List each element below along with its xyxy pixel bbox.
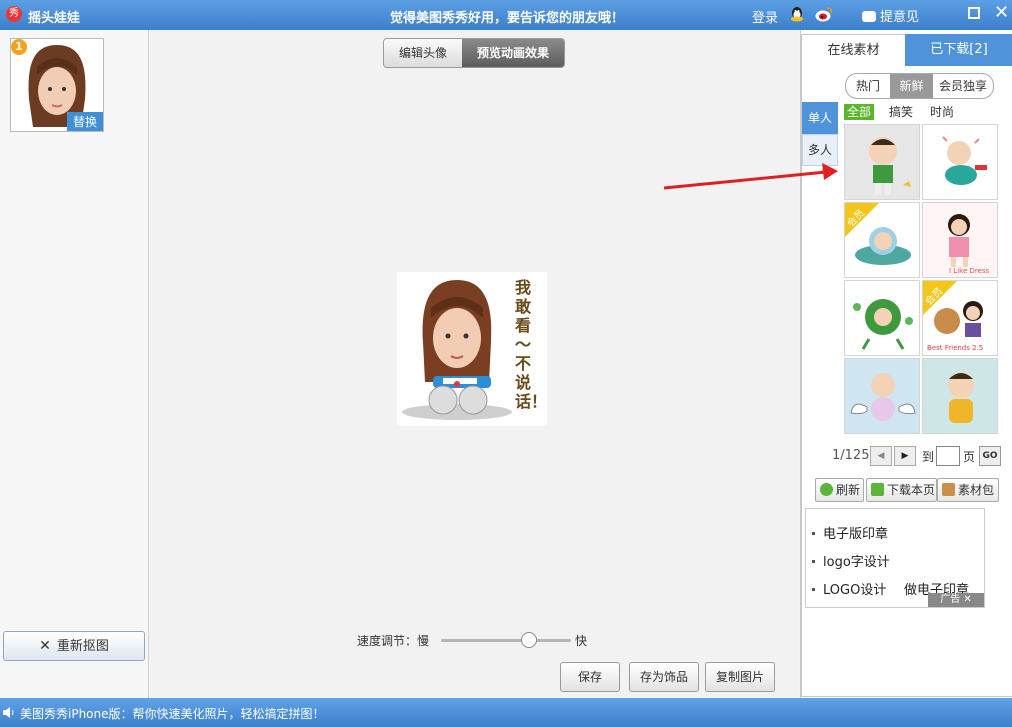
material-item[interactable]: 会员: [844, 202, 920, 278]
mode-tabs: 编辑头像 预览动画效果: [383, 38, 565, 68]
prev-page-button[interactable]: ◀: [870, 446, 892, 466]
material-item[interactable]: [922, 358, 998, 434]
filter-funny[interactable]: 搞笑: [889, 104, 913, 120]
package-icon: [942, 483, 955, 496]
material-panel: 在线素材 已下载[2] 热门 新鲜 会员独享 单人 多人 全部 搞笑 时尚 会员…: [800, 30, 1012, 698]
ad-link[interactable]: 电子版印章: [812, 523, 888, 542]
category-vip[interactable]: 会员独享: [933, 74, 993, 98]
ad-link[interactable]: LOGO设计: [812, 579, 886, 598]
material-caption: I Like Dress: [949, 267, 990, 275]
status-bar: 美图秀秀iPhone版：帮你快速美化照片，轻松搞定拼图！: [0, 698, 1012, 727]
category-hot[interactable]: 热门: [846, 74, 890, 98]
material-thumbnail: [850, 373, 916, 421]
annotation-arrow: [663, 163, 838, 190]
weibo-icon[interactable]: [815, 6, 833, 23]
next-page-button[interactable]: ▶: [894, 446, 916, 466]
ad-box: 电子版印章 logo字设计 LOGO设计 做电子印章 广告 ✕: [805, 508, 985, 608]
refresh-button[interactable]: 刷新: [815, 478, 864, 502]
go-button[interactable]: GO: [979, 446, 1001, 466]
title-bar: 秀 摇头娃娃 觉得美图秀秀好用，要告诉您的朋友哦！ 登录 提意见 ✕: [0, 0, 1012, 30]
ad-link[interactable]: logo字设计: [812, 551, 890, 570]
goto-label: 到: [922, 450, 935, 464]
material-caption: Best Friends 2.5: [927, 344, 984, 352]
feedback-icon: [862, 11, 876, 22]
material-pack-button[interactable]: 素材包: [937, 478, 999, 502]
recut-label: 重新抠图: [56, 639, 109, 654]
app-title: 摇头娃娃: [28, 11, 81, 26]
filter-fashion[interactable]: 时尚: [930, 104, 954, 120]
speed-label-slow: 速度调节：慢: [357, 634, 430, 648]
material-thumbnail: [948, 372, 974, 423]
qq-icon[interactable]: [789, 6, 805, 23]
app-logo-icon: 秀: [6, 6, 22, 22]
material-thumbnail: [942, 136, 987, 185]
material-item[interactable]: [844, 280, 920, 356]
side-tab-single[interactable]: 单人: [802, 102, 838, 134]
tab-edit-avatar[interactable]: 编辑头像: [384, 39, 462, 67]
download-icon: [871, 483, 884, 496]
slogan-text: 觉得美图秀秀好用，要告诉您的朋友哦！: [390, 11, 625, 26]
category-tabs: 热门 新鲜 会员独享: [845, 73, 994, 99]
speed-slider-track[interactable]: [441, 639, 571, 642]
maximize-icon[interactable]: [968, 7, 980, 19]
login-link[interactable]: 登录: [752, 7, 778, 26]
download-page-label: 下载本页: [887, 483, 936, 497]
tab-preview-animation[interactable]: 预览动画效果: [462, 39, 564, 67]
center-panel: 编辑头像 预览动画效果 我敢看～不说话！ 速度调节：慢 快 保存 存为饰品 复制…: [149, 30, 799, 698]
feedback-link[interactable]: 提意见: [862, 6, 919, 25]
tab-online-materials[interactable]: 在线素材: [801, 34, 906, 67]
speed-slider-thumb[interactable]: [521, 632, 538, 648]
ad-tag[interactable]: 广告 ✕: [928, 593, 984, 607]
page-unit-label: 页: [963, 450, 976, 464]
save-as-decoration-button[interactable]: 存为饰品: [629, 662, 699, 692]
replace-button[interactable]: 替换: [66, 112, 103, 131]
page-indicator: 1/125: [832, 448, 870, 463]
material-item[interactable]: [844, 124, 920, 200]
filter-all[interactable]: 全部: [844, 104, 875, 120]
material-thumbnail: [853, 299, 913, 350]
tab-downloaded[interactable]: 已下载[2]: [905, 34, 1012, 66]
page-number-input[interactable]: [936, 446, 960, 466]
refresh-icon: [820, 483, 833, 496]
left-panel: 1 替换 ✕ 重新抠图: [0, 30, 149, 698]
refresh-label: 刷新: [836, 483, 861, 497]
portrait-thumbnail[interactable]: 1 替换: [10, 38, 104, 132]
download-page-button[interactable]: 下载本页: [866, 478, 937, 502]
speaker-icon: [3, 707, 14, 718]
copy-image-button[interactable]: 复制图片: [705, 662, 775, 692]
close-icon[interactable]: ✕: [994, 3, 1009, 23]
material-thumbnail: [869, 137, 911, 195]
status-message[interactable]: 美图秀秀iPhone版：帮你快速美化照片，轻松搞定拼图！: [20, 705, 325, 722]
thumbnail-index-badge: 1: [11, 39, 27, 55]
category-new[interactable]: 新鲜: [890, 74, 933, 98]
feedback-label: 提意见: [880, 10, 920, 25]
material-item[interactable]: [844, 358, 920, 434]
close-icon: ✕: [39, 638, 51, 654]
material-item[interactable]: 会员 Best Friends 2.5: [922, 280, 998, 356]
material-grid: 会员 I Like Dress 会员 Best Friends 2.5: [844, 124, 1000, 436]
material-item[interactable]: I Like Dress: [922, 202, 998, 278]
material-item[interactable]: [922, 124, 998, 200]
speed-label-fast: 快: [575, 634, 588, 648]
animation-preview: 我敢看～不说话！: [397, 272, 547, 426]
save-button[interactable]: 保存: [560, 662, 620, 692]
material-pack-label: 素材包: [958, 483, 995, 497]
recut-button[interactable]: ✕ 重新抠图: [3, 631, 145, 661]
preview-caption: 我敢看～不说话！: [515, 278, 548, 411]
